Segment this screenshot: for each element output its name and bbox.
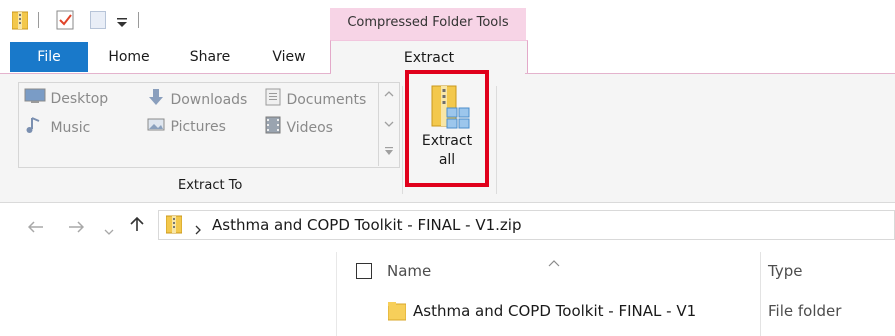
tab-view[interactable]: View xyxy=(254,42,324,72)
table-row[interactable]: Asthma and COPD Toolkit - FINAL - V1 Fil… xyxy=(340,294,895,330)
zip-folder-icon[interactable] xyxy=(11,10,29,34)
ribbon-bottom-border xyxy=(0,202,895,203)
pictures-icon xyxy=(146,116,166,138)
downloads-icon xyxy=(146,88,166,112)
tab-home[interactable]: Home xyxy=(92,42,166,72)
recent-locations-chevron-icon[interactable] xyxy=(104,221,114,240)
desktop-icon xyxy=(24,88,46,110)
folder-icon xyxy=(387,301,407,325)
qat-separator xyxy=(38,12,39,28)
extract-to-downloads[interactable]: Downloads xyxy=(146,88,247,108)
extract-to-videos[interactable]: Videos xyxy=(264,116,333,136)
zip-folder-icon xyxy=(165,214,183,238)
music-label: Music xyxy=(50,120,91,136)
desktop-label: Desktop xyxy=(50,91,109,107)
videos-label: Videos xyxy=(286,120,333,136)
videos-icon xyxy=(264,116,282,140)
select-all-checkbox[interactable] xyxy=(356,263,372,283)
pictures-label: Pictures xyxy=(170,119,226,135)
properties-check-icon[interactable] xyxy=(56,10,74,34)
customize-dropdown-icon[interactable] xyxy=(116,14,128,33)
new-folder-icon[interactable] xyxy=(90,10,106,34)
gallery-expand-icon[interactable] xyxy=(384,146,394,156)
back-arrow-icon[interactable] xyxy=(27,218,44,237)
highlight-box xyxy=(405,70,489,187)
scroll-up-icon[interactable] xyxy=(384,90,394,98)
column-header-type[interactable]: Type xyxy=(768,262,802,280)
tab-file[interactable]: File xyxy=(10,42,88,72)
extract-to-desktop[interactable]: Desktop xyxy=(24,88,108,108)
extract-to-music[interactable]: Music xyxy=(24,116,90,136)
column-header-name[interactable]: Name xyxy=(387,262,431,280)
breadcrumb-chevron-icon[interactable] xyxy=(194,220,202,239)
downloads-label: Downloads xyxy=(170,92,248,108)
extract-to-group-label: Extract To xyxy=(178,178,243,193)
tab-share[interactable]: Share xyxy=(172,42,248,72)
documents-label: Documents xyxy=(286,92,367,108)
forward-arrow-icon[interactable] xyxy=(68,218,85,237)
contextual-tab-header: Compressed Folder Tools xyxy=(330,8,526,42)
extract-to-pictures[interactable]: Pictures xyxy=(146,116,226,136)
quick-access-toolbar xyxy=(0,0,330,40)
file-type: File folder xyxy=(768,302,842,320)
file-name: Asthma and COPD Toolkit - FINAL - V1 xyxy=(413,302,697,320)
sort-ascending-icon xyxy=(548,252,560,271)
qat-separator xyxy=(138,12,139,28)
group-separator xyxy=(496,86,497,194)
group-separator xyxy=(402,86,403,194)
up-arrow-icon[interactable] xyxy=(130,216,144,236)
extract-to-documents[interactable]: Documents xyxy=(264,88,366,108)
scroll-down-icon[interactable] xyxy=(384,120,394,128)
navigation-pane-divider xyxy=(336,252,337,336)
documents-icon xyxy=(264,88,282,112)
gallery-scrollbar[interactable] xyxy=(378,82,399,166)
music-icon xyxy=(24,116,46,140)
address-path[interactable]: Asthma and COPD Toolkit - FINAL - V1.zip xyxy=(212,210,521,240)
